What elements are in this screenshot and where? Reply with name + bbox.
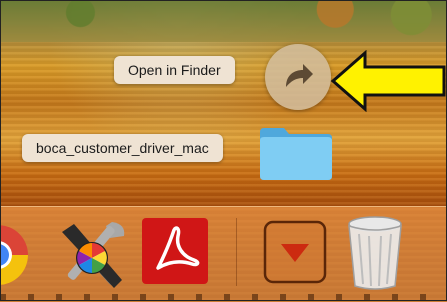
colorsync-utility-icon[interactable] (52, 214, 132, 294)
folder-name-label: boca_customer_driver_mac (22, 134, 223, 162)
wallpaper-treeline (0, 0, 447, 42)
open-in-finder-button[interactable] (265, 44, 331, 110)
dock-separator (236, 218, 237, 286)
folder-icon (260, 128, 332, 180)
open-in-finder-label: Open in Finder (114, 56, 235, 84)
chrome-icon[interactable] (0, 219, 30, 291)
acrobat-reader-icon[interactable] (140, 216, 210, 286)
curved-arrow-icon (286, 64, 313, 87)
dock-running-indicators (0, 294, 447, 301)
yellow-callout-arrow-icon (330, 50, 446, 112)
trash-icon[interactable] (345, 214, 405, 292)
folder-item[interactable] (258, 124, 334, 182)
downloads-stack-icon[interactable] (263, 220, 327, 284)
